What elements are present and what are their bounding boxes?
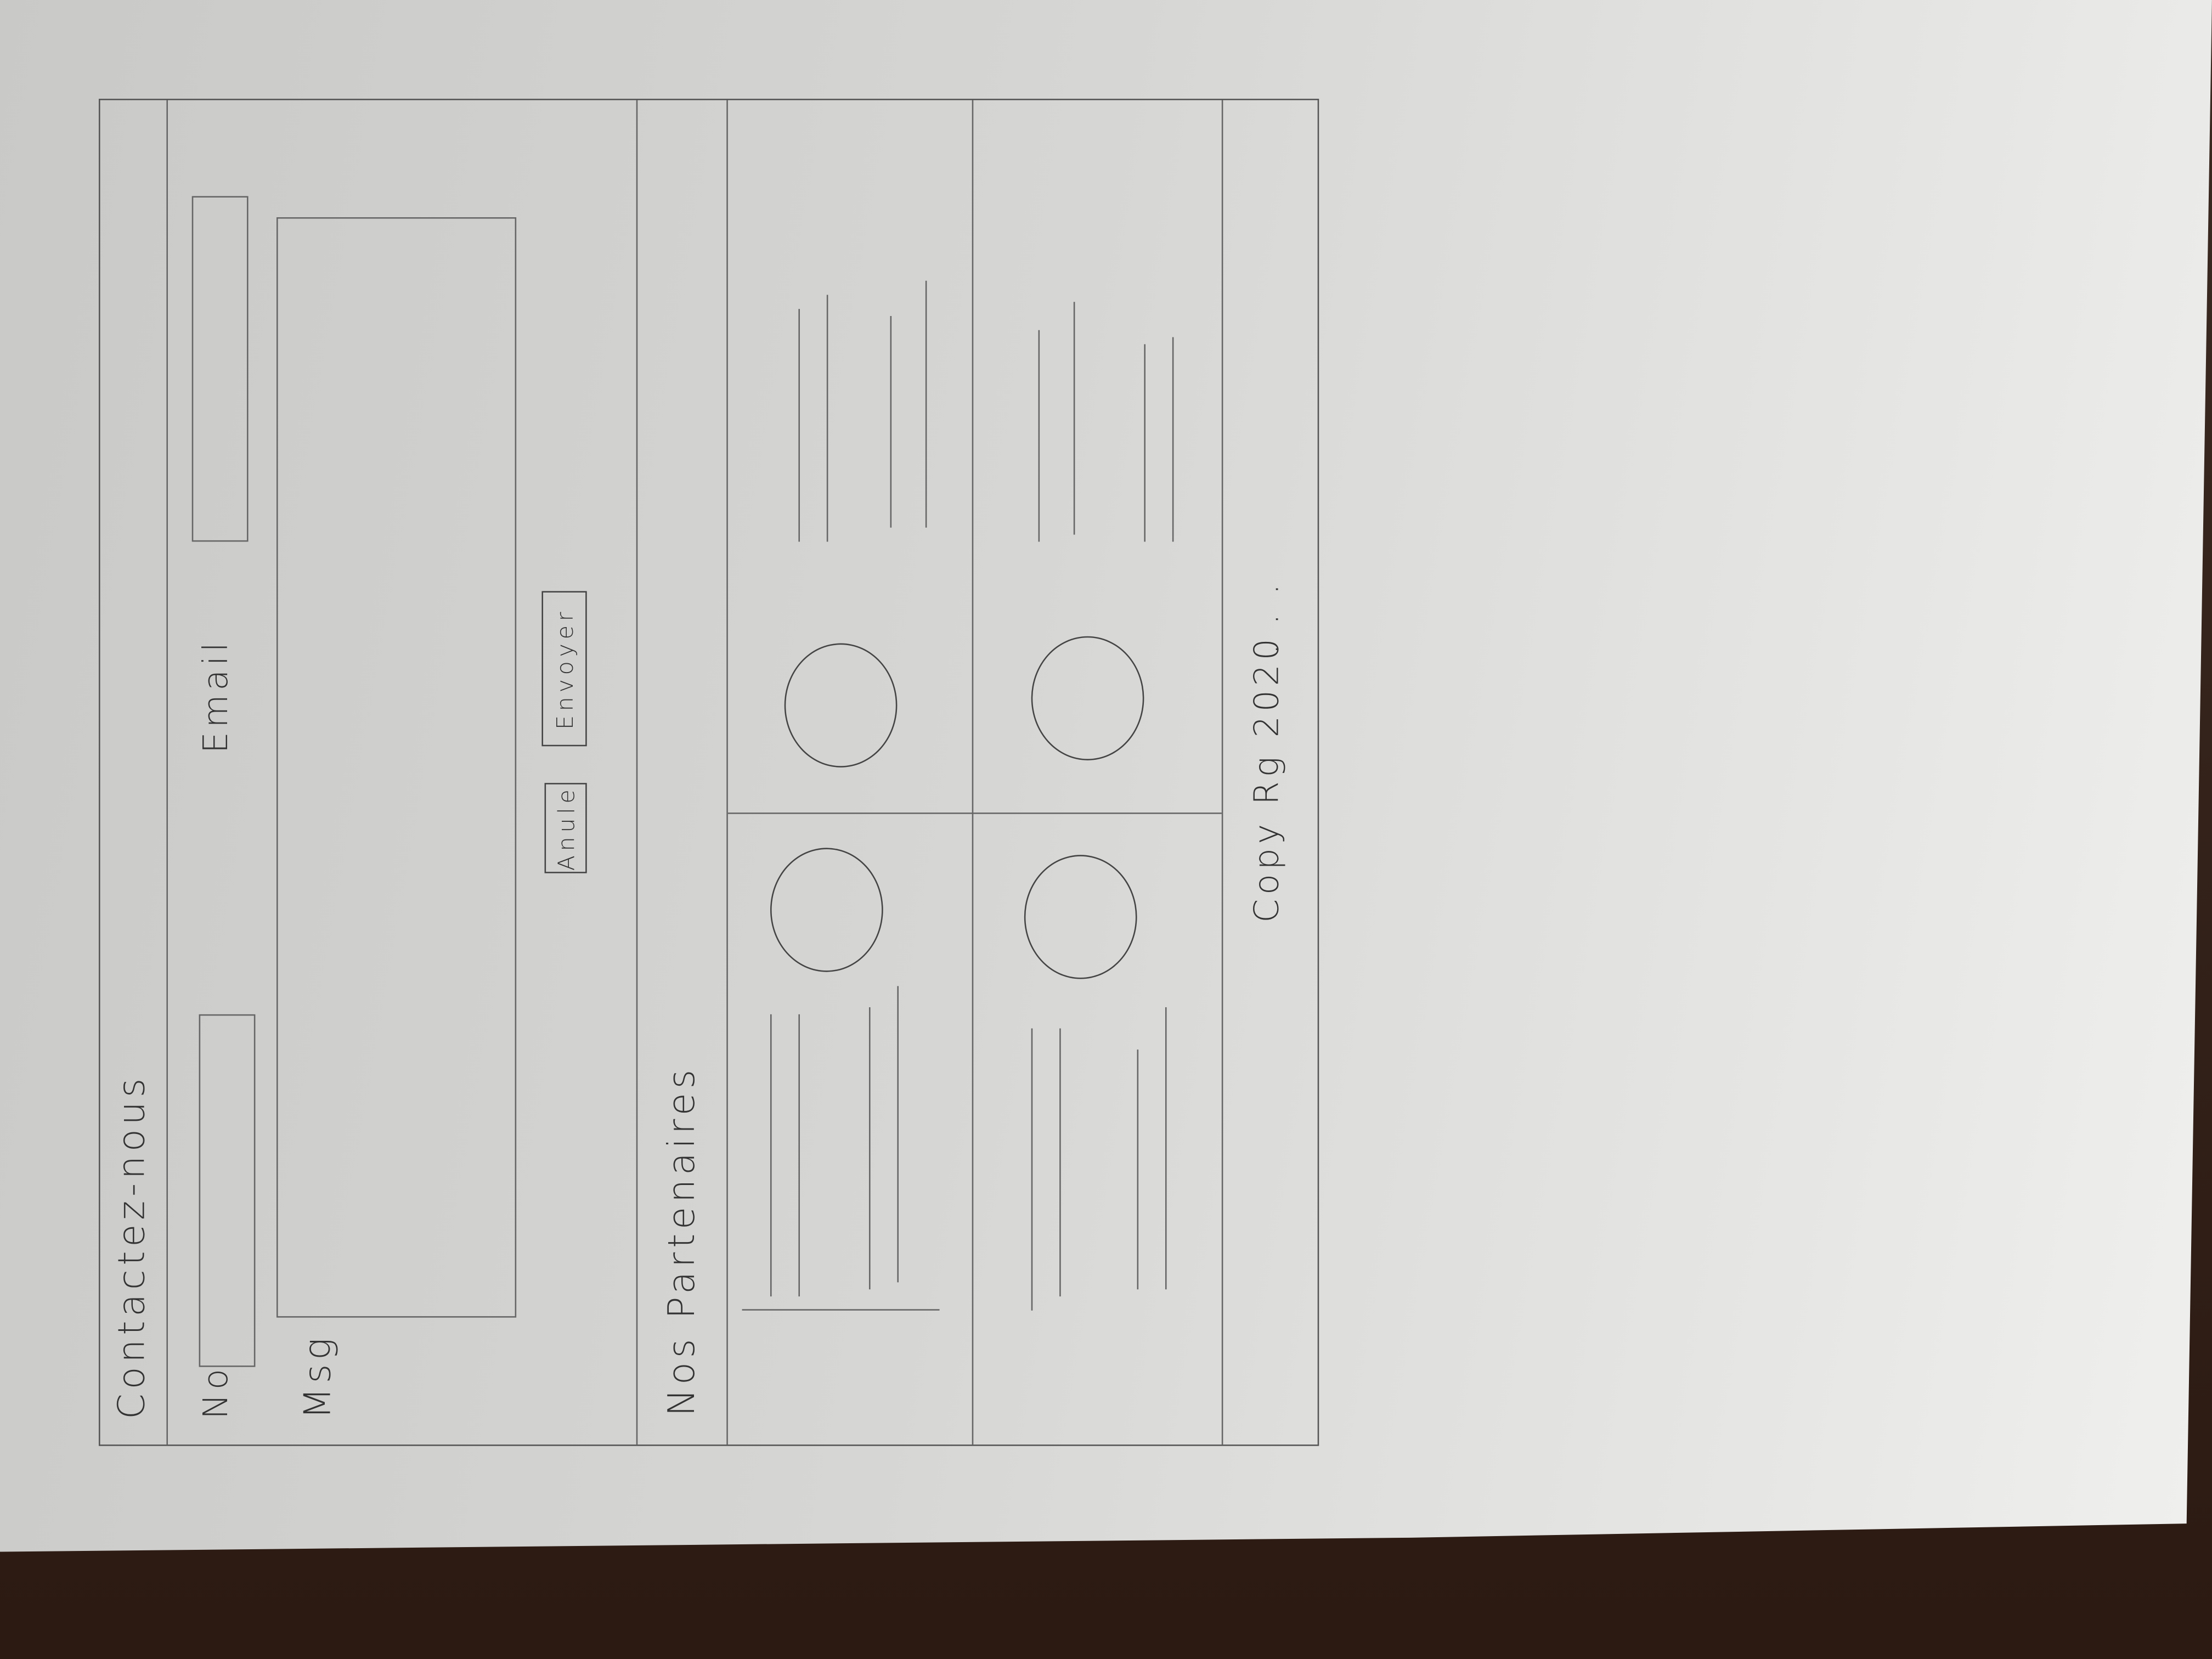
- text-line: [1137, 1049, 1139, 1290]
- text-line: [1073, 302, 1075, 535]
- partner-logo-circle: [1031, 636, 1144, 760]
- partners-title: Nos Partenaires: [661, 1065, 704, 1417]
- partner-logo-circle: [1024, 855, 1137, 979]
- partner-logo-circle: [784, 643, 898, 768]
- photo: Contactez-nous No Email Msg Anule Envoye…: [0, 0, 2212, 1659]
- text-line: [1165, 1007, 1167, 1290]
- message-label: Msg: [297, 1334, 340, 1419]
- text-line: [1144, 344, 1146, 542]
- send-button[interactable]: Envoyer: [541, 591, 587, 747]
- text-line: [1038, 330, 1040, 542]
- contact-title: Contactez-nous: [111, 1074, 154, 1419]
- text-line: [890, 315, 892, 528]
- name-label: No: [196, 1364, 236, 1419]
- footer-ellipsis: . . .: [1247, 579, 1287, 655]
- message-textarea[interactable]: [276, 217, 517, 1318]
- cancel-button[interactable]: Anule: [544, 783, 587, 873]
- name-input[interactable]: [199, 1014, 256, 1367]
- text-line: [798, 309, 800, 542]
- text-line: [1031, 1028, 1033, 1311]
- partner-logo-circle: [770, 848, 883, 972]
- text-line: [1172, 337, 1174, 542]
- partners-header: Nos Partenaires: [636, 100, 728, 1445]
- email-input[interactable]: [191, 196, 249, 542]
- text-line: [742, 1309, 940, 1311]
- wireframe-page: Contactez-nous No Email Msg Anule Envoye…: [98, 98, 1321, 1446]
- text-line: [826, 295, 828, 542]
- text-line: [798, 1014, 800, 1297]
- text-line: [868, 1007, 871, 1290]
- text-line: [925, 280, 927, 528]
- contact-header: Contactez-nous: [100, 100, 168, 1445]
- text-line: [897, 986, 899, 1283]
- text-line: [770, 1014, 772, 1297]
- footer: Copy Rg 2020 . . .: [1222, 100, 1321, 1445]
- grid-divider-horizontal: [972, 100, 974, 1445]
- text-line: [1059, 1028, 1061, 1297]
- email-label: Email: [196, 638, 236, 754]
- copyright-text: Copy Rg 2020: [1247, 634, 1287, 923]
- grid-divider-vertical: [727, 812, 1222, 814]
